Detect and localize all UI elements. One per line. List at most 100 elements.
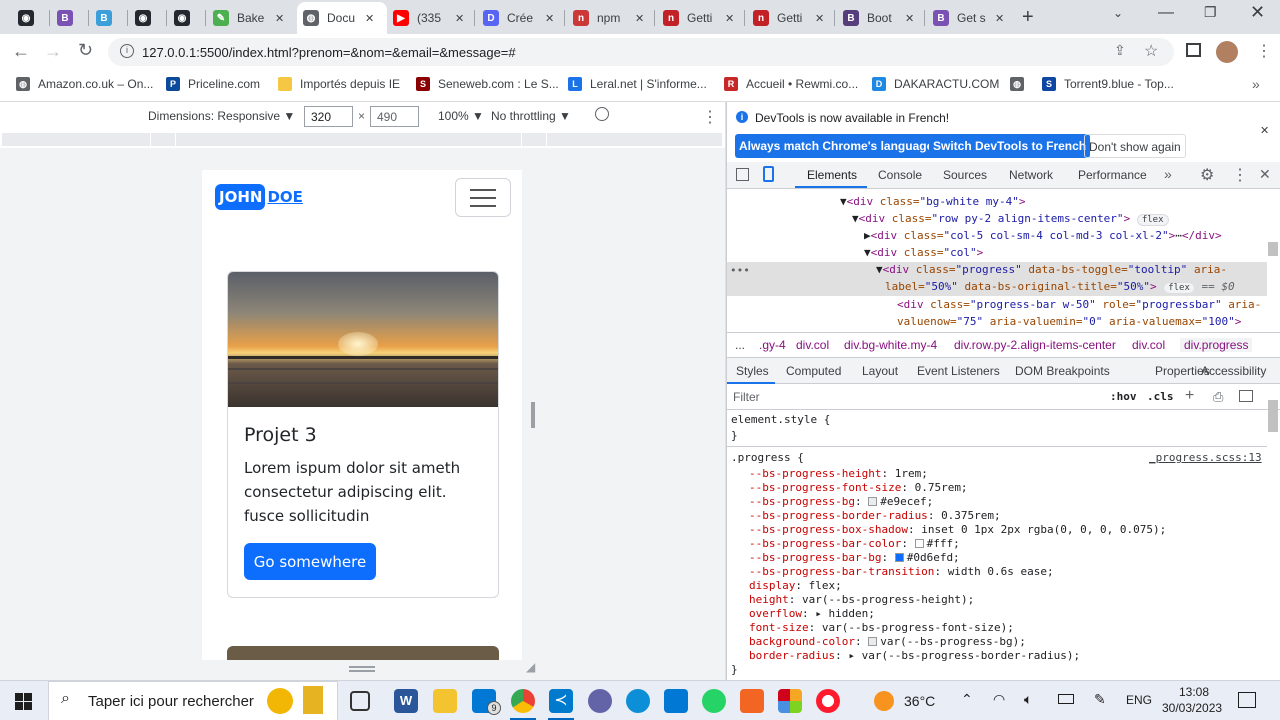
tab-close-icon[interactable]: ✕ [545, 12, 554, 25]
new-tab-icon[interactable]: + [1022, 6, 1034, 29]
opera-icon[interactable] [816, 689, 840, 713]
styles-subtab[interactable]: Computed [786, 364, 841, 378]
menu-kebab-icon[interactable]: ⋮ [1256, 41, 1272, 61]
dom-node[interactable]: ▶<div class="col-5 col-sm-4 col-md-3 col… [864, 229, 1222, 242]
wifi-icon[interactable]: ◠ [993, 691, 1005, 708]
css-declaration[interactable]: --bs-progress-bar-transition: width 0.6s… [749, 565, 1054, 578]
css-declaration[interactable]: height: var(--bs-progress-height); [749, 593, 974, 606]
file-explorer-icon[interactable] [433, 689, 457, 713]
bookmark-item[interactable]: R Accueil • Rewmi.co... [724, 77, 858, 91]
resize-handle-right[interactable] [531, 402, 535, 428]
tab-close-icon[interactable]: ✕ [455, 12, 464, 25]
more-bookmarks-icon[interactable]: » [1252, 76, 1260, 92]
vscode-icon[interactable]: ≺ [549, 689, 573, 713]
devtools-close-icon[interactable]: ✕ [1259, 166, 1271, 183]
browser-tab[interactable]: B [51, 4, 87, 32]
bookmark-item[interactable]: D DAKARACTU.COM [872, 77, 999, 91]
url-text[interactable]: 127.0.0.1:5500/index.html?prenom=&nom=&e… [142, 45, 516, 60]
breadcrumb-item[interactable]: div.progress [1180, 338, 1253, 352]
banner-close-icon[interactable]: ✕ [1260, 124, 1269, 137]
devtools-tab[interactable]: Network [1009, 168, 1053, 182]
clock-time[interactable]: 13:08 [1179, 685, 1209, 699]
tray-chevron-icon[interactable]: ⌃ [961, 691, 973, 708]
tab-close-icon[interactable]: ✕ [815, 12, 824, 25]
weather-icon[interactable] [874, 691, 894, 711]
temperature[interactable]: 36°C [904, 693, 935, 709]
rotate-icon[interactable] [595, 107, 609, 121]
side-panel-icon[interactable] [1186, 43, 1201, 57]
breadcrumb-item[interactable]: div.col [1132, 338, 1165, 352]
tab-close-icon[interactable]: ✕ [275, 12, 284, 25]
share-icon[interactable]: ⇪ [1114, 42, 1126, 59]
pen-icon[interactable]: ✎ [1094, 691, 1106, 708]
restore-icon[interactable]: ❐ [1204, 4, 1217, 21]
css-declaration[interactable]: --bs-progress-font-size: 0.75rem; [749, 481, 968, 494]
forward-icon[interactable]: → [44, 41, 62, 62]
taskbar-search-box[interactable]: ⌕ Taper ici pour rechercher [48, 681, 338, 720]
dont-show-button[interactable]: Don't show again [1084, 134, 1186, 158]
dimensions-select[interactable]: Dimensions: Responsive ▼ [148, 109, 295, 123]
tab-close-icon[interactable]: ✕ [905, 12, 914, 25]
tab-close-icon[interactable]: ✕ [365, 12, 374, 25]
brand-logo[interactable]: JOHN DOE [215, 184, 303, 210]
css-declaration[interactable]: --bs-progress-bar-bg: #0d6efd; [749, 551, 960, 564]
go-somewhere-button[interactable]: Go somewhere [244, 543, 376, 580]
browser-tab[interactable]: ◉ [12, 4, 48, 32]
edge-icon[interactable] [626, 689, 650, 713]
rule-source-link[interactable]: _progress.scss:13 [1149, 451, 1262, 464]
cls-toggle[interactable]: .cls [1147, 390, 1174, 403]
breadcrumb-item[interactable]: div.col [796, 338, 829, 352]
whatsapp-icon[interactable] [702, 689, 726, 713]
zoom-select[interactable]: 100% ▼ [438, 109, 484, 123]
site-info-icon[interactable]: i [120, 44, 134, 58]
address-bar[interactable]: i 127.0.0.1:5500/index.html?prenom=&nom=… [108, 38, 1174, 66]
css-declaration[interactable]: --bs-progress-bar-color: #fff; [749, 537, 960, 550]
height-input[interactable]: 490 [370, 106, 419, 127]
windows-start-icon[interactable] [15, 693, 32, 710]
dom-node[interactable]: ▼<div class="bg-white my-4"> [840, 195, 1025, 208]
browser-tab[interactable]: ◉ [168, 4, 204, 32]
breadcrumb-item[interactable]: ... [735, 338, 745, 352]
sublime-icon[interactable] [740, 689, 764, 713]
more-tabs-icon[interactable]: » [1164, 166, 1172, 182]
tab-search-icon[interactable]: ⌄ [1113, 6, 1123, 20]
battery-icon[interactable] [1058, 694, 1074, 704]
css-declaration[interactable]: --bs-progress-height: 1rem; [749, 467, 928, 480]
tab-close-icon[interactable]: ✕ [995, 12, 1004, 25]
css-declaration[interactable]: --bs-progress-box-shadow: inset 0 1px 2p… [749, 523, 1166, 536]
styles-subtab[interactable]: Layout [862, 364, 898, 378]
css-declaration[interactable]: --bs-progress-border-radius: 0.375rem; [749, 509, 1001, 522]
clock-date[interactable]: 30/03/2023 [1162, 701, 1222, 715]
color-swatch[interactable] [868, 497, 878, 506]
settings-gear-icon[interactable]: ⚙ [1200, 165, 1214, 185]
styles-subtab[interactable]: Accessibility [1201, 364, 1266, 378]
inspect-icon[interactable] [736, 168, 749, 181]
browser-tab[interactable]: ✎ Bake ✕ [207, 4, 293, 32]
breadcrumb-item[interactable]: div.row.py-2.align-items-center [954, 338, 1116, 352]
media-query-ruler[interactable] [0, 130, 725, 148]
always-match-button[interactable]: Always match Chrome's language [735, 134, 938, 158]
styles-scrollbar[interactable] [1268, 400, 1278, 432]
styles-subtab[interactable]: Styles [736, 364, 769, 378]
styles-subtab[interactable]: Event Listeners [917, 364, 1000, 378]
device-toggle-icon[interactable] [763, 166, 774, 182]
volume-icon[interactable]: 🔈︎ [1024, 691, 1032, 708]
tab-close-icon[interactable]: ✕ [725, 12, 734, 25]
teams-icon[interactable] [588, 689, 612, 713]
bookmark-item[interactable]: Importés depuis IE [278, 77, 400, 91]
print-icon[interactable]: ⎙ [1213, 389, 1223, 405]
css-declaration[interactable]: background-color: var(--bs-progress-bg); [749, 635, 1026, 648]
dom-node[interactable]: ▼<div class="col"> [864, 246, 983, 259]
app-icon[interactable] [778, 689, 802, 713]
navbar-toggler[interactable] [455, 178, 511, 217]
resize-corner-icon[interactable]: ◢ [526, 660, 535, 674]
throttle-select[interactable]: No throttling ▼ [491, 109, 571, 123]
chrome-icon[interactable] [511, 689, 535, 713]
css-declaration[interactable]: --bs-progress-bg: #e9ecef; [749, 495, 933, 508]
browser-tab[interactable]: B Boot ✕ [837, 4, 923, 32]
switch-french-button[interactable]: Switch DevTools to French [929, 134, 1091, 158]
width-input[interactable]: 320 [304, 106, 353, 127]
color-swatch[interactable] [914, 539, 924, 548]
styles-subtab[interactable]: DOM Breakpoints [1015, 364, 1110, 378]
css-declaration[interactable]: border-radius: ▸ var(--bs-progress-borde… [749, 649, 1080, 662]
